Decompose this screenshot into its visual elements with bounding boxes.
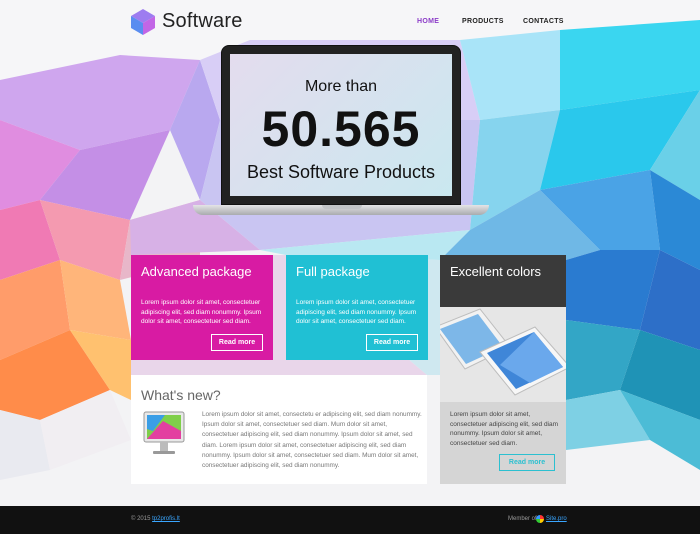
copyright-prefix: © 2015: [131, 516, 153, 522]
card-text: Lorem ipsum dolor sit amet, consectetuer…: [296, 299, 417, 326]
card-header: Excellent colors: [440, 255, 566, 307]
nav-home[interactable]: HOME: [417, 18, 439, 25]
laptop-display: More than 50.565 Best Software Products: [230, 54, 452, 196]
monitor-icon: [143, 411, 185, 457]
card-advanced-package: Advanced package Lorem ipsum dolor sit a…: [131, 255, 273, 360]
whats-new-panel: What's new? Lorem ipsum dolor sit amet, …: [131, 375, 427, 484]
copyright-link[interactable]: tp2profis.lt: [152, 516, 180, 522]
card-full-package: Full package Lorem ipsum dolor sit amet,…: [286, 255, 428, 360]
hero-number: 50.565: [261, 101, 421, 157]
card-text: Lorem ipsum dolor sit amet, consectetuer…: [450, 411, 559, 447]
nav-products[interactable]: PRODUCTS: [462, 18, 504, 25]
hero-line-2: Best Software Products: [246, 162, 436, 182]
copyright: © 2015 tp2profis.lt: [131, 516, 180, 522]
read-more-button[interactable]: Read more: [499, 454, 555, 471]
card-title: Full package: [296, 264, 370, 279]
member-label: Member of: [508, 516, 537, 522]
cube-logo-icon[interactable]: [130, 8, 156, 36]
nav-contacts[interactable]: CONTACTS: [523, 18, 564, 25]
read-more-button[interactable]: Read more: [211, 334, 263, 351]
sitepro-link[interactable]: Site.pro: [546, 516, 567, 522]
news-text: Lorem ipsum dolor sit amet, consectetu e…: [202, 411, 422, 470]
card-excellent-colors: Excellent colors Lorem ipsum dolor sit a…: [440, 255, 566, 484]
brand-name[interactable]: Software: [162, 10, 243, 33]
sitepro-logo-icon: [536, 515, 544, 523]
section-title: What's new?: [141, 387, 221, 403]
card-text: Lorem ipsum dolor sit amet, consectetuer…: [141, 299, 262, 326]
site-header: Software HOME PRODUCTS CONTACTS: [0, 0, 700, 46]
card-title: Excellent colors: [450, 264, 542, 279]
read-more-button[interactable]: Read more: [366, 334, 418, 351]
site-footer: © 2015 tp2profis.lt Member of Site.pro: [0, 506, 700, 534]
tablets-image: [440, 307, 566, 402]
hero-line-1: More than: [304, 78, 378, 95]
laptop-screen: More than 50.565 Best Software Products: [221, 45, 461, 205]
card-title: Advanced package: [141, 264, 252, 279]
laptop-notch: [322, 205, 362, 209]
